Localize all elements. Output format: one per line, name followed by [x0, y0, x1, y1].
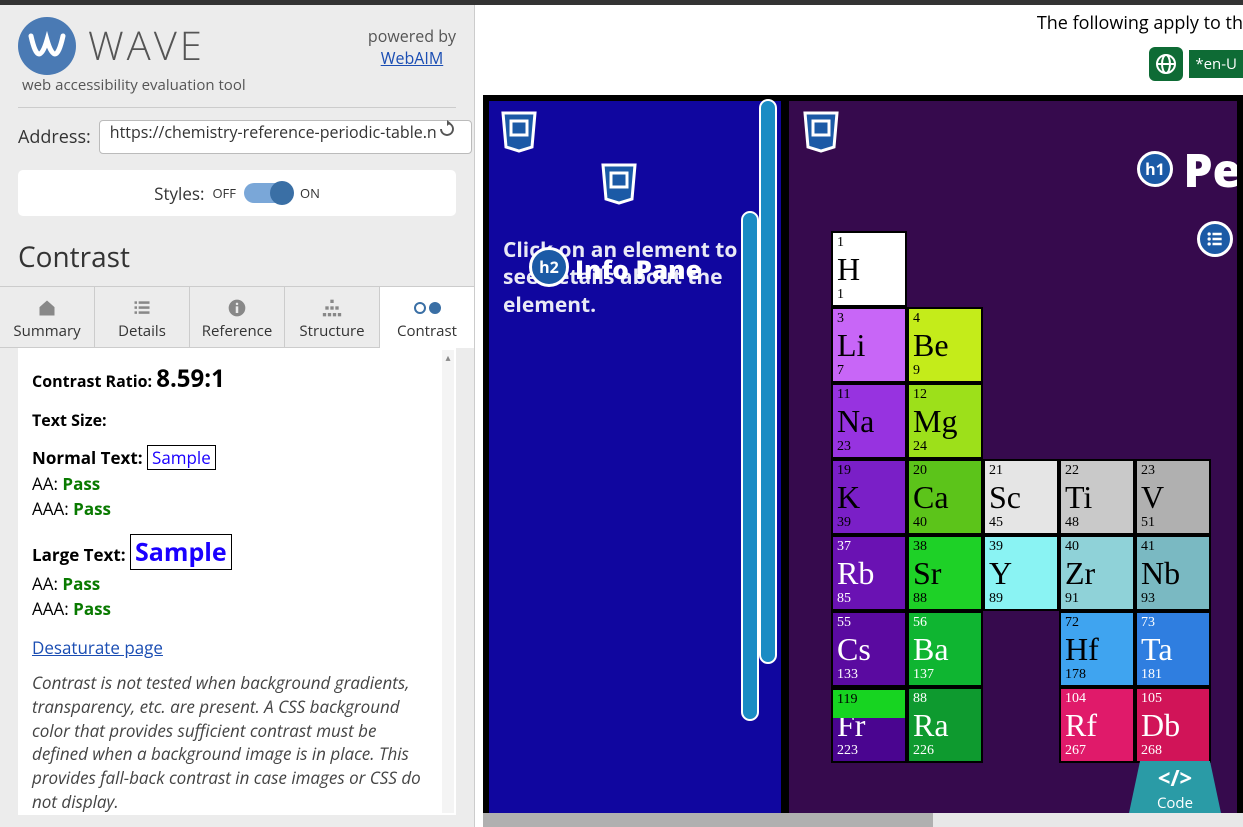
h2-badge[interactable]: h2 [529, 247, 569, 287]
styles-toggle[interactable] [244, 183, 292, 203]
page-preview: The following apply to th *en-U Click on… [475, 5, 1243, 827]
list-icon [95, 295, 189, 321]
code-icon: </> [1129, 763, 1221, 793]
large-sample: Sample [130, 534, 232, 570]
element-cell[interactable]: 41Nb93 [1135, 535, 1211, 611]
element-cell[interactable]: 23V51 [1135, 459, 1211, 535]
app-subtitle: web accessibility evaluation tool [0, 75, 474, 103]
home-icon [0, 295, 94, 321]
element-cell-fragment[interactable]: 119 [831, 688, 907, 718]
h1-badge[interactable]: h1 [1137, 151, 1173, 187]
info-pane: Click on an element to see details about… [489, 101, 789, 821]
html5-icon [497, 109, 541, 158]
wave-sidebar: WAVE powered by WebAIM web accessibility… [0, 5, 475, 827]
periodic-table-pane: h1 Pe 1H13Li74Be911Na2312Mg2419K3920Ca40… [789, 101, 1237, 821]
tab-reference[interactable]: Reference [190, 287, 285, 348]
info-icon [190, 295, 284, 321]
element-cell[interactable]: 104Rf267 [1059, 687, 1135, 763]
element-cell[interactable]: 40Zr91 [1059, 535, 1135, 611]
tab-structure[interactable]: Structure [285, 287, 380, 348]
lang-badge: *en-U [1189, 50, 1243, 78]
webaim-link[interactable]: WebAIM [381, 47, 444, 69]
sidebar-tabs: Summary Details Reference Structure Cont… [0, 286, 474, 348]
wave-logo-icon [18, 17, 76, 75]
element-cell[interactable]: 38Sr88 [907, 535, 983, 611]
structure-bar [759, 99, 777, 664]
element-cell[interactable]: 11Na23 [831, 383, 907, 459]
element-cell[interactable]: 22Ti48 [1059, 459, 1135, 535]
normal-sample: Sample [147, 445, 216, 470]
structure-bar [741, 211, 759, 721]
element-cell[interactable]: 1H1 [831, 231, 907, 307]
html5-icon [597, 161, 641, 210]
refresh-button[interactable] [432, 120, 462, 154]
element-cell[interactable]: 73Ta181 [1135, 611, 1211, 687]
element-cell[interactable]: 4Be9 [907, 307, 983, 383]
code-tab[interactable]: </> Code [1129, 761, 1221, 813]
element-cell[interactable]: 21Sc45 [983, 459, 1059, 535]
page-title-fragment: Pe [1184, 139, 1238, 201]
powered-by: powered by WebAIM [368, 17, 456, 69]
element-cell[interactable]: 55Cs133 [831, 611, 907, 687]
element-cell[interactable]: 39Y89 [983, 535, 1059, 611]
address-input[interactable]: https://chemistry-reference-periodic-tab… [99, 120, 472, 154]
element-cell[interactable]: 72Hf178 [1059, 611, 1135, 687]
periodic-table: 1H13Li74Be911Na2312Mg2419K3920Ca4021Sc45… [831, 231, 1211, 763]
info-pane-title: Info Pane [575, 251, 702, 287]
lang-notice: The following apply to th [1037, 11, 1243, 35]
element-cell[interactable]: 19K39 [831, 459, 907, 535]
contrast-note: Contrast is not tested when background g… [32, 671, 442, 814]
styles-toggle-row: Styles: OFF ON [18, 170, 456, 216]
element-cell[interactable]: 12Mg24 [907, 383, 983, 459]
element-cell[interactable]: 3Li7 [831, 307, 907, 383]
element-cell[interactable]: 105Db268 [1135, 687, 1211, 763]
contrast-panel: Contrast Ratio: 8.59:1 Text Size: Normal… [18, 348, 456, 815]
address-label: Address: [18, 125, 91, 149]
element-cell[interactable]: 37Rb85 [831, 535, 907, 611]
contrast-ratio-value: 8.59:1 [156, 362, 225, 395]
contrast-icon [380, 295, 474, 321]
element-cell[interactable]: 56Ba137 [907, 611, 983, 687]
tab-contrast[interactable]: Contrast [380, 287, 474, 348]
horizontal-scrollbar[interactable] [483, 813, 1243, 827]
globe-icon[interactable] [1149, 47, 1183, 81]
tab-details[interactable]: Details [95, 287, 190, 348]
tab-summary[interactable]: Summary [0, 287, 95, 348]
element-cell[interactable]: 20Ca40 [907, 459, 983, 535]
html5-icon [799, 109, 843, 158]
panel-scrollbar[interactable]: ▴ [442, 350, 454, 813]
tree-icon [285, 295, 379, 321]
element-cell[interactable]: 88Ra226 [907, 687, 983, 763]
desaturate-link[interactable]: Desaturate page [32, 636, 163, 659]
section-title: Contrast [0, 224, 474, 286]
app-title: WAVE [88, 17, 205, 72]
